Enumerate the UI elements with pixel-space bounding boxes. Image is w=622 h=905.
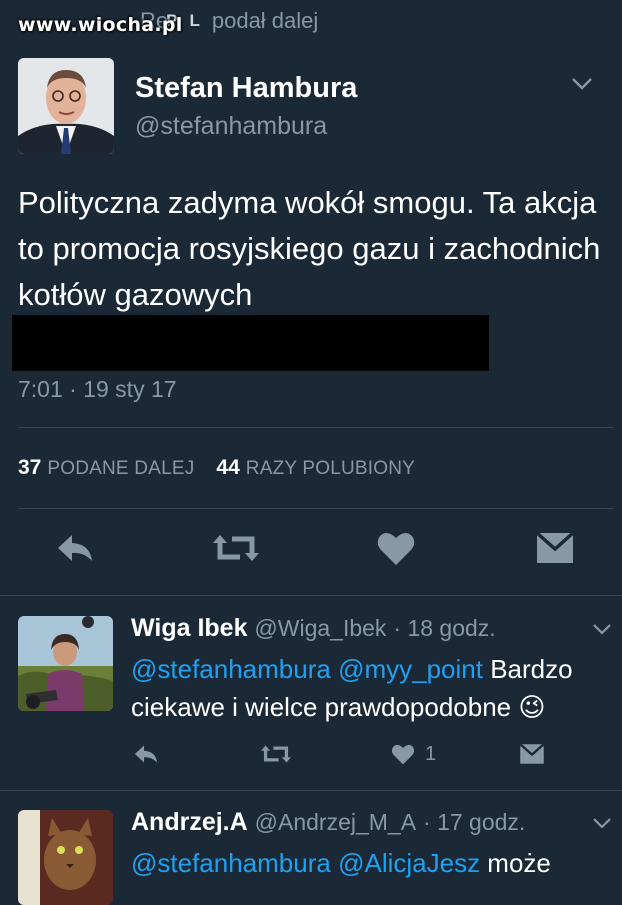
- reply-text: @stefanhambura @AlicjaJesz może: [131, 844, 601, 882]
- retweets-count: 37: [18, 456, 42, 479]
- retweet-icon[interactable]: [210, 525, 260, 575]
- mention-link[interactable]: @myy_point: [338, 654, 483, 684]
- reply-header: Wiga Ibek @Wiga_Ibek · 18 godz.: [131, 614, 496, 643]
- reply-tweet[interactable]: Wiga Ibek @Wiga_Ibek · 18 godz. @stefanh…: [0, 614, 622, 784]
- likes-count: 44: [216, 456, 240, 479]
- divider: [18, 508, 613, 509]
- chevron-down-icon[interactable]: [570, 76, 594, 97]
- reply-author-name[interactable]: Andrzej.A: [131, 808, 248, 836]
- reply-author-handle[interactable]: @Wiga_Ibek: [254, 615, 386, 641]
- tweet-timestamp[interactable]: 7:01 · 19 sty 17: [18, 376, 177, 403]
- retweet-label: podał dalej: [211, 8, 319, 33]
- mention-link[interactable]: @AlicjaJesz: [338, 848, 480, 878]
- likes-stat[interactable]: 44 RAZY POLUBIONY: [216, 456, 415, 480]
- mention-link[interactable]: @stefanhambura: [131, 848, 331, 878]
- divider: [18, 427, 613, 428]
- heart-icon[interactable]: 1: [389, 736, 436, 772]
- author-name[interactable]: Stefan Hambura: [135, 72, 357, 105]
- reply-text: @stefanhambura @myy_point Bardzo ciekawe…: [131, 650, 601, 727]
- author-handle[interactable]: @stefanhambura: [135, 112, 327, 141]
- reply-body: może: [487, 848, 551, 878]
- avatar[interactable]: [18, 810, 113, 905]
- watermark: www.wiocha.pl: [18, 14, 183, 36]
- chevron-down-icon[interactable]: [591, 622, 613, 641]
- heart-icon[interactable]: [373, 525, 423, 575]
- tweet-actions: [0, 525, 622, 575]
- mention-link[interactable]: @stefanhambura: [131, 654, 331, 684]
- message-icon[interactable]: [517, 736, 547, 772]
- retweets-stat[interactable]: 37 PODANE DALEJ: [18, 456, 194, 480]
- chevron-down-icon[interactable]: [591, 816, 613, 835]
- avatar[interactable]: [18, 58, 114, 154]
- tweet-text: Polityczna zadyma wokół smogu. Ta akcja …: [18, 185, 601, 312]
- reply-author-name[interactable]: Wiga Ibek: [131, 614, 247, 642]
- retweets-label: PODANE DALEJ: [47, 458, 195, 479]
- like-count: 1: [425, 742, 437, 765]
- reply-time: · 17 godz.: [423, 809, 526, 835]
- avatar[interactable]: [18, 616, 113, 711]
- reply-actions: 1: [131, 736, 561, 772]
- retweet-icon[interactable]: [259, 736, 293, 772]
- divider: [0, 790, 622, 791]
- reply-header: Andrzej.A @Andrzej_M_A · 17 godz.: [131, 808, 525, 837]
- retweet-tag-l: L: [189, 11, 200, 30]
- redaction-bar: [12, 315, 489, 371]
- reply-tweet[interactable]: Andrzej.A @Andrzej_M_A · 17 godz. @stefa…: [0, 808, 622, 905]
- divider: [0, 595, 622, 596]
- reply-time: · 18 godz.: [393, 615, 496, 641]
- reply-icon[interactable]: [131, 736, 161, 772]
- wink-emoji: 😉: [518, 693, 546, 723]
- reply-author-handle[interactable]: @Andrzej_M_A: [255, 809, 416, 835]
- tweet-header: Stefan Hambura @stefanhambura: [18, 58, 608, 158]
- message-icon[interactable]: [532, 525, 582, 575]
- likes-label: RAZY POLUBIONY: [245, 458, 416, 479]
- tweet-stats: 37 PODANE DALEJ 44 RAZY POLUBIONY: [18, 456, 415, 480]
- reply-icon[interactable]: [52, 525, 102, 575]
